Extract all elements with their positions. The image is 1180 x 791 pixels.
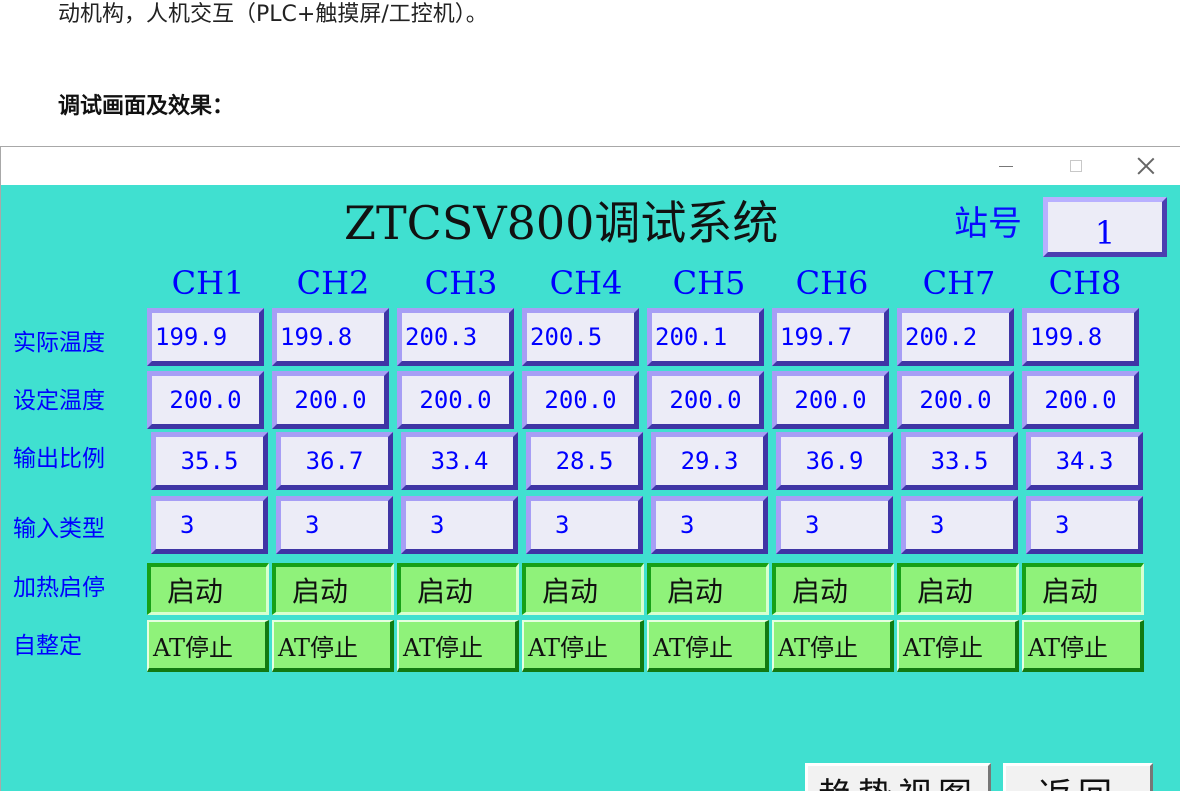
heat-start-button[interactable]: 启动: [772, 563, 894, 615]
document-heading: 调试画面及效果：: [58, 94, 235, 119]
autotune-button[interactable]: AT停止: [397, 620, 519, 672]
output-ratio-field[interactable]: 36.9: [776, 432, 893, 490]
set-temp-field[interactable]: 200.0: [647, 371, 764, 429]
actual-temp-field[interactable]: 200.1: [647, 308, 764, 366]
trend-view-button[interactable]: 趋势视图: [805, 763, 991, 791]
autotune-button[interactable]: AT停止: [772, 620, 894, 672]
channel-header: CH6: [795, 264, 869, 302]
row-label-heat-start-stop: 加热启停: [13, 575, 105, 601]
heat-start-button[interactable]: 启动: [397, 563, 519, 615]
output-ratio-field[interactable]: 28.5: [526, 432, 643, 490]
set-temp-field[interactable]: 200.0: [147, 371, 264, 429]
input-type-field[interactable]: 3: [526, 496, 643, 554]
back-button[interactable]: 返回: [1003, 763, 1153, 791]
channel-header: CH1: [171, 264, 245, 302]
app-title: ZTCSV800调试系统: [344, 196, 779, 250]
output-ratio-field[interactable]: 33.4: [401, 432, 518, 490]
row-label-actual-temp: 实际温度: [13, 330, 105, 356]
close-button[interactable]: [1111, 147, 1180, 185]
actual-temp-field[interactable]: 199.8: [272, 308, 389, 366]
input-type-field[interactable]: 3: [776, 496, 893, 554]
autotune-button[interactable]: AT停止: [147, 620, 269, 672]
row-label-input-type: 输入类型: [13, 516, 105, 542]
autotune-button[interactable]: AT停止: [522, 620, 644, 672]
row-label-output-ratio: 输出比例: [13, 446, 105, 472]
channel-header: CH2: [296, 264, 370, 302]
heat-start-button[interactable]: 启动: [147, 563, 269, 615]
set-temp-field[interactable]: 200.0: [522, 371, 639, 429]
input-type-field[interactable]: 3: [901, 496, 1018, 554]
heat-start-button[interactable]: 启动: [272, 563, 394, 615]
channel-header: CH8: [1048, 264, 1122, 302]
input-type-field[interactable]: 3: [401, 496, 518, 554]
actual-temp-field[interactable]: 199.9: [147, 308, 264, 366]
actual-temp-field[interactable]: 199.7: [772, 308, 889, 366]
actual-temp-field[interactable]: 200.3: [397, 308, 514, 366]
actual-temp-field[interactable]: 199.8: [1022, 308, 1139, 366]
debug-system-window: ZTCSV800调试系统 站号 1 实际温度 设定温度 输出比例 输入类型 加热…: [0, 146, 1180, 791]
close-icon: [1137, 157, 1155, 175]
output-ratio-field[interactable]: 29.3: [651, 432, 768, 490]
station-number-field[interactable]: 1: [1043, 197, 1167, 257]
station-label: 站号: [954, 204, 1022, 244]
output-ratio-field[interactable]: 34.3: [1026, 432, 1143, 490]
output-ratio-field[interactable]: 36.7: [276, 432, 393, 490]
output-ratio-field[interactable]: 33.5: [901, 432, 1018, 490]
maximize-icon: [1070, 160, 1082, 172]
heat-start-button[interactable]: 启动: [522, 563, 644, 615]
actual-temp-field[interactable]: 200.5: [522, 308, 639, 366]
heat-start-button[interactable]: 启动: [897, 563, 1019, 615]
row-label-autotune: 自整定: [13, 633, 82, 659]
autotune-button[interactable]: AT停止: [272, 620, 394, 672]
input-type-field[interactable]: 3: [1026, 496, 1143, 554]
set-temp-field[interactable]: 200.0: [397, 371, 514, 429]
channel-header: CH3: [424, 264, 498, 302]
autotune-button[interactable]: AT停止: [647, 620, 769, 672]
set-temp-field[interactable]: 200.0: [772, 371, 889, 429]
maximize-button[interactable]: [1041, 147, 1111, 185]
channel-header: CH7: [922, 264, 996, 302]
set-temp-field[interactable]: 200.0: [1022, 371, 1139, 429]
channel-header: CH4: [549, 264, 623, 302]
minimize-button[interactable]: [971, 147, 1041, 185]
minimize-icon: [999, 165, 1013, 167]
heat-start-button[interactable]: 启动: [647, 563, 769, 615]
input-type-field[interactable]: 3: [276, 496, 393, 554]
set-temp-field[interactable]: 200.0: [897, 371, 1014, 429]
row-label-set-temp: 设定温度: [13, 388, 105, 414]
channel-header: CH5: [672, 264, 746, 302]
actual-temp-field[interactable]: 200.2: [897, 308, 1014, 366]
set-temp-field[interactable]: 200.0: [272, 371, 389, 429]
heat-start-button[interactable]: 启动: [1022, 563, 1144, 615]
autotune-button[interactable]: AT停止: [1022, 620, 1144, 672]
output-ratio-field[interactable]: 35.5: [151, 432, 268, 490]
input-type-field[interactable]: 3: [151, 496, 268, 554]
window-titlebar: [1, 147, 1180, 185]
document-intro-line: 动机构，人机交互（PLC+触摸屏/工控机）。: [58, 2, 488, 27]
autotune-button[interactable]: AT停止: [897, 620, 1019, 672]
input-type-field[interactable]: 3: [651, 496, 768, 554]
